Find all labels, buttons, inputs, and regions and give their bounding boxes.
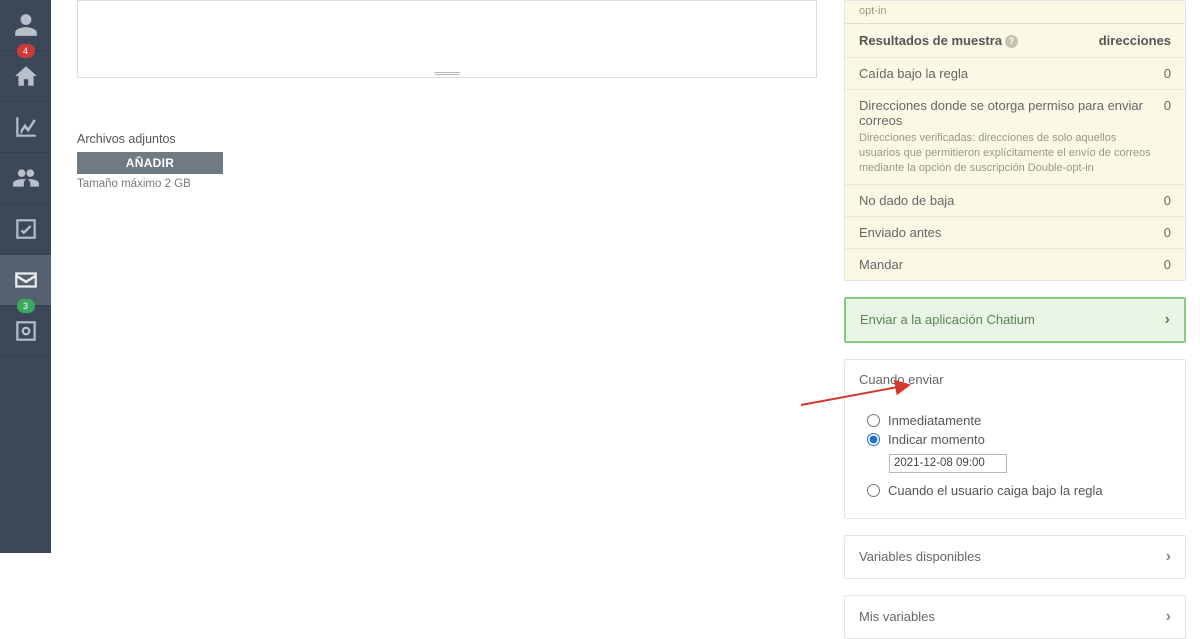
result-label: Caída bajo la regla	[859, 66, 1164, 81]
result-value: 0	[1164, 193, 1171, 208]
variables-available-panel[interactable]: Variables disponibles ›	[844, 535, 1186, 579]
right-column: opt-in Resultados de muestra? direccione…	[844, 0, 1200, 553]
nav-analytics[interactable]	[0, 102, 51, 153]
results-header-left: Resultados de muestra?	[859, 33, 1018, 48]
result-row: Enviado antes 0	[845, 216, 1185, 248]
person-icon	[13, 12, 39, 38]
schedule-panel: Cuando enviar Inmediatamente Indicar mom…	[844, 359, 1186, 519]
schedule-opt-now[interactable]: Inmediatamente	[867, 413, 1163, 428]
radio-now[interactable]	[867, 414, 880, 427]
result-row: Direcciones donde se otorga permiso para…	[845, 89, 1185, 184]
schedule-datetime-input[interactable]	[889, 454, 1007, 473]
result-label: No dado de baja	[859, 193, 1164, 208]
home-icon	[13, 63, 39, 89]
result-value: 0	[1164, 257, 1171, 272]
nav-users[interactable]	[0, 153, 51, 204]
mail-icon	[13, 267, 39, 293]
gear-square-icon	[13, 318, 39, 344]
result-value: 0	[1164, 66, 1171, 81]
attachments-label: Archivos adjuntos	[77, 132, 817, 146]
result-label: Direcciones donde se otorga permiso para…	[859, 98, 1143, 128]
chevron-right-icon: ›	[1165, 311, 1170, 329]
chatium-panel[interactable]: Enviar a la aplicación Chatium ›	[844, 297, 1186, 343]
result-value: 0	[1164, 98, 1171, 113]
result-row: No dado de baja 0	[845, 184, 1185, 216]
result-label: Mandar	[859, 257, 1164, 272]
schedule-opt-at[interactable]: Indicar momento	[867, 432, 1163, 447]
group-icon	[13, 165, 39, 191]
main-column: Archivos adjuntos AÑADIR Tamaño máximo 2…	[51, 0, 844, 553]
radio-at[interactable]	[867, 433, 880, 446]
results-panel: opt-in Resultados de muestra? direccione…	[844, 0, 1186, 281]
result-row: Mandar 0	[845, 248, 1185, 280]
result-row: Caída bajo la regla 0	[845, 57, 1185, 89]
nav-mail[interactable]: 3	[0, 255, 51, 306]
nav-settings[interactable]	[0, 306, 51, 357]
nav-rail: 4 3	[0, 0, 51, 553]
result-value: 0	[1164, 225, 1171, 240]
check-square-icon	[13, 216, 39, 242]
nav-home[interactable]	[0, 51, 51, 102]
chevron-right-icon: ›	[1166, 548, 1171, 566]
chart-icon	[13, 114, 39, 140]
attachments-size-hint: Tamaño máximo 2 GB	[77, 178, 817, 190]
add-attachment-button[interactable]: AÑADIR	[77, 152, 223, 174]
schedule-opt-rule[interactable]: Cuando el usuario caiga bajo la regla	[867, 483, 1163, 498]
results-header-right: direcciones	[1099, 33, 1171, 48]
schedule-header[interactable]: Cuando enviar	[845, 360, 1185, 399]
radio-rule[interactable]	[867, 484, 880, 497]
nav-tasks[interactable]	[0, 204, 51, 255]
help-icon[interactable]: ?	[1005, 35, 1018, 48]
result-desc: Direcciones verificadas: direcciones de …	[859, 131, 1156, 176]
chatium-label: Enviar a la aplicación Chatium	[860, 312, 1035, 327]
variables-mine-panel[interactable]: Mis variables ›	[844, 595, 1186, 639]
chevron-right-icon: ›	[1166, 608, 1171, 626]
editor-area[interactable]	[77, 0, 817, 78]
results-top-note: opt-in	[845, 1, 1185, 23]
resize-handle-icon[interactable]	[434, 71, 460, 75]
nav-profile[interactable]: 4	[0, 0, 51, 51]
result-label: Enviado antes	[859, 225, 1164, 240]
